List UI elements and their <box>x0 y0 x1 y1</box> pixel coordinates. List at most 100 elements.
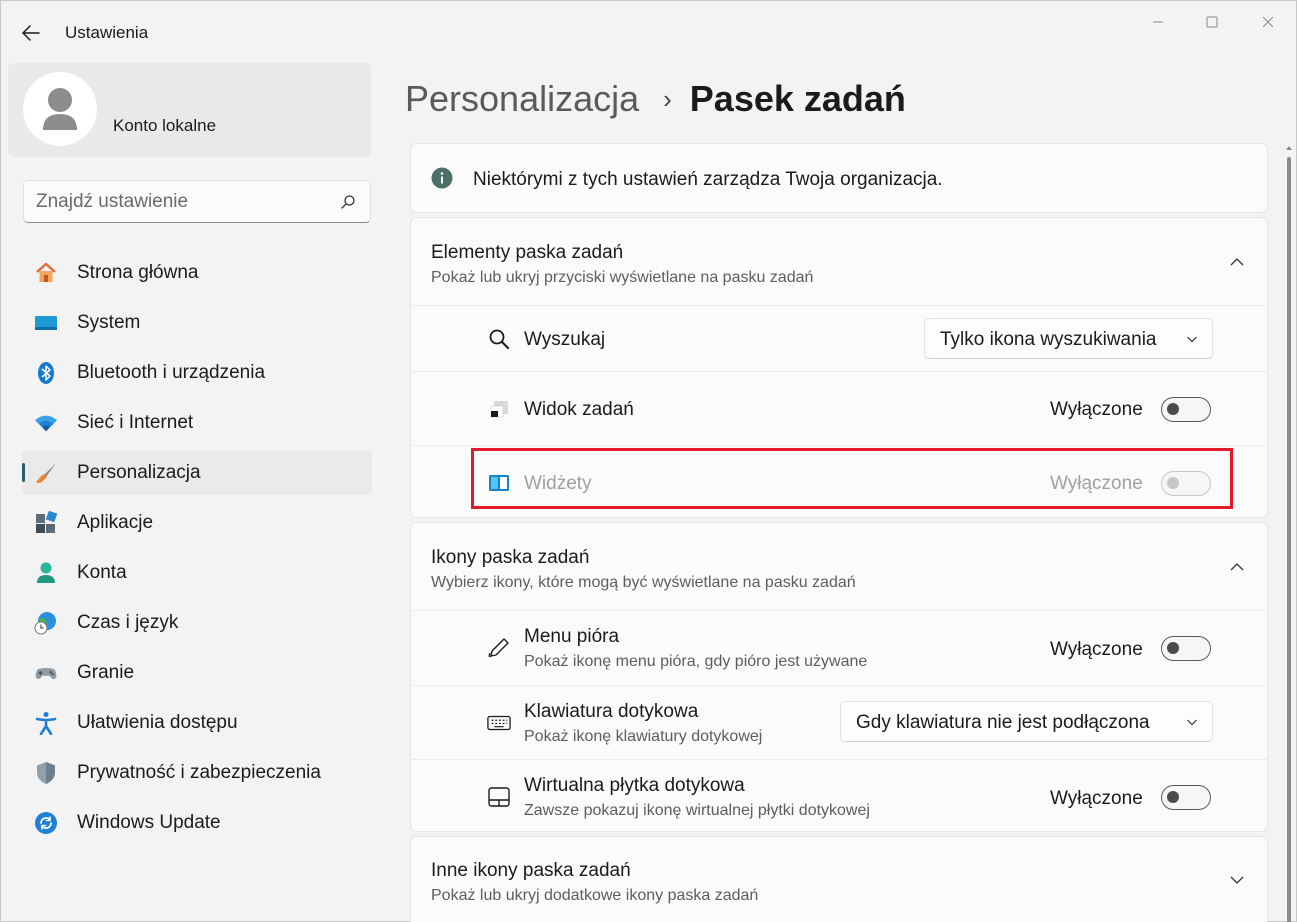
setting-label: Klawiatura dotykowa <box>524 701 699 722</box>
toggle-knob <box>1167 791 1179 803</box>
toggle-state-label: Wyłączone <box>1050 639 1143 660</box>
chevron-up-icon[interactable] <box>1229 254 1245 270</box>
home-icon <box>34 261 58 285</box>
taskbar-icons-header[interactable]: Ikony paska zadań Wybierz ikony, które m… <box>411 523 1267 610</box>
section-title: Inne ikony paska zadań <box>431 860 631 881</box>
sidebar-item-label: System <box>77 311 141 333</box>
chevron-down-icon[interactable] <box>1229 872 1245 888</box>
globe-clock-icon <box>34 611 58 635</box>
sidebar-item-label: Sieć i Internet <box>77 411 194 433</box>
settings-window: Ustawienia Konto lokalne Znajdź ustawien… <box>0 0 1297 922</box>
scroll-up-arrow-icon[interactable] <box>1285 143 1293 153</box>
sidebar-item-label: Personalizacja <box>77 461 201 483</box>
scrollbar[interactable] <box>1285 143 1293 922</box>
sidebar-item-label: Ułatwienia dostępu <box>77 711 238 733</box>
sidebar-item-label: Bluetooth i urządzenia <box>77 361 266 383</box>
user-avatar-icon <box>43 88 77 130</box>
sidebar-nav: Strona główna System Bluetooth i urządze… <box>22 250 372 850</box>
breadcrumb-parent[interactable]: Personalizacja <box>405 78 639 120</box>
setting-row-touch-keyboard: Klawiatura dotykowa Pokaż ikonę klawiatu… <box>411 685 1267 759</box>
sidebar-item-label: Granie <box>77 661 135 683</box>
search-icon[interactable] <box>340 194 356 210</box>
sidebar-item-apps[interactable]: Aplikacje <box>22 500 372 545</box>
touchpad-icon <box>487 785 511 809</box>
scrollbar-thumb[interactable] <box>1287 157 1291 922</box>
wifi-icon <box>34 411 58 435</box>
section-subtitle: Wybierz ikony, które mogą być wyświetlan… <box>431 574 856 591</box>
sidebar-item-label: Aplikacje <box>77 511 154 533</box>
toggle-knob <box>1167 403 1179 415</box>
setting-row-pen-menu: Menu pióra Pokaż ikonę menu pióra, gdy p… <box>411 610 1267 685</box>
arrow-left-icon <box>22 25 40 41</box>
close-button[interactable] <box>1245 7 1291 37</box>
sidebar-item-home[interactable]: Strona główna <box>22 250 372 295</box>
setting-description: Pokaż ikonę menu pióra, gdy pióro jest u… <box>524 653 868 670</box>
maximize-icon <box>1206 16 1218 28</box>
avatar <box>23 72 97 146</box>
breadcrumb-separator: › <box>663 83 672 114</box>
account-name: Konto lokalne <box>113 116 217 135</box>
toggle-state-label: Wyłączone <box>1050 473 1143 494</box>
sidebar-item-accounts[interactable]: Konta <box>22 550 372 595</box>
taskbar-icons-section: Ikony paska zadań Wybierz ikony, które m… <box>410 522 1268 832</box>
other-icons-section[interactable]: Inne ikony paska zadań Pokaż lub ukryj d… <box>410 836 1268 922</box>
breadcrumb: Personalizacja › Pasek zadań <box>405 75 906 123</box>
toggle-knob <box>1167 477 1179 489</box>
dropdown-value: Tylko ikona wyszukiwania <box>940 329 1157 350</box>
title-bar: Ustawienia <box>1 1 1296 63</box>
info-banner: Niektórymi z tych ustawień zarządza Twoj… <box>410 143 1268 213</box>
search-input[interactable] <box>24 181 324 222</box>
taskbar-items-section: Elementy paska zadań Pokaż lub ukryj prz… <box>410 217 1268 518</box>
close-icon <box>1262 16 1274 28</box>
accessibility-icon <box>34 711 58 735</box>
task-view-icon <box>487 397 511 421</box>
sidebar-item-privacy[interactable]: Prywatność i zabezpieczenia <box>22 750 372 795</box>
toggle-state-label: Wyłączone <box>1050 788 1143 809</box>
taskbar-items-header[interactable]: Elementy paska zadań Pokaż lub ukryj prz… <box>411 218 1267 305</box>
sidebar-item-label: Strona główna <box>77 261 199 283</box>
setting-label: Widok zadań <box>524 399 634 420</box>
sidebar-item-time-language[interactable]: Czas i język <box>22 600 372 645</box>
sidebar-item-accessibility[interactable]: Ułatwienia dostępu <box>22 700 372 745</box>
section-subtitle: Pokaż lub ukryj przyciski wyświetlane na… <box>431 269 814 286</box>
sidebar-item-label: Czas i język <box>77 611 179 633</box>
task-view-toggle[interactable] <box>1161 397 1211 422</box>
keyboard-icon <box>487 711 511 735</box>
sidebar-item-gaming[interactable]: Granie <box>22 650 372 695</box>
chevron-up-icon[interactable] <box>1229 559 1245 575</box>
pen-menu-toggle[interactable] <box>1161 636 1211 661</box>
sidebar-item-system[interactable]: System <box>22 300 372 345</box>
setting-description: Zawsze pokazuj ikonę wirtualnej płytki d… <box>524 802 870 819</box>
window-title: Ustawienia <box>65 23 149 42</box>
maximize-button[interactable] <box>1189 7 1235 37</box>
minimize-button[interactable] <box>1135 7 1181 37</box>
search-mode-dropdown[interactable]: Tylko ikona wyszukiwania <box>924 318 1213 359</box>
info-icon <box>431 167 453 189</box>
touch-keyboard-dropdown[interactable]: Gdy klawiatura nie jest podłączona <box>840 701 1213 742</box>
person-icon <box>34 561 58 585</box>
dropdown-value: Gdy klawiatura nie jest podłączona <box>856 712 1150 733</box>
sidebar-item-personalization[interactable]: Personalizacja <box>22 450 372 495</box>
setting-row-search: Wyszukaj Tylko ikona wyszukiwania <box>411 305 1267 371</box>
search-box[interactable] <box>23 180 371 223</box>
sidebar-item-label: Konta <box>77 561 127 583</box>
setting-description: Pokaż ikonę klawiatury dotykowej <box>524 728 763 745</box>
gamepad-icon <box>34 661 58 685</box>
page-title: Pasek zadań <box>689 78 906 119</box>
toggle-state-label: Wyłączone <box>1050 399 1143 420</box>
back-button[interactable] <box>15 19 47 47</box>
setting-label: Wyszukaj <box>524 329 606 350</box>
widgets-toggle[interactable] <box>1161 471 1211 496</box>
sidebar-item-network[interactable]: Sieć i Internet <box>22 400 372 445</box>
virtual-touchpad-toggle[interactable] <box>1161 785 1211 810</box>
sidebar-item-bluetooth[interactable]: Bluetooth i urządzenia <box>22 350 372 395</box>
setting-row-widgets: Widżety Wyłączone <box>411 445 1267 519</box>
setting-label: Menu pióra <box>524 626 620 647</box>
settings-content: Niektórymi z tych ustawień zarządza Twoj… <box>410 143 1268 922</box>
account-card[interactable]: Konto lokalne <box>8 63 371 157</box>
apps-icon <box>34 511 58 535</box>
brush-icon <box>34 461 58 485</box>
section-title: Elementy paska zadań <box>431 242 624 263</box>
sidebar-item-windows-update[interactable]: Windows Update <box>22 800 372 845</box>
bluetooth-icon <box>34 361 58 385</box>
